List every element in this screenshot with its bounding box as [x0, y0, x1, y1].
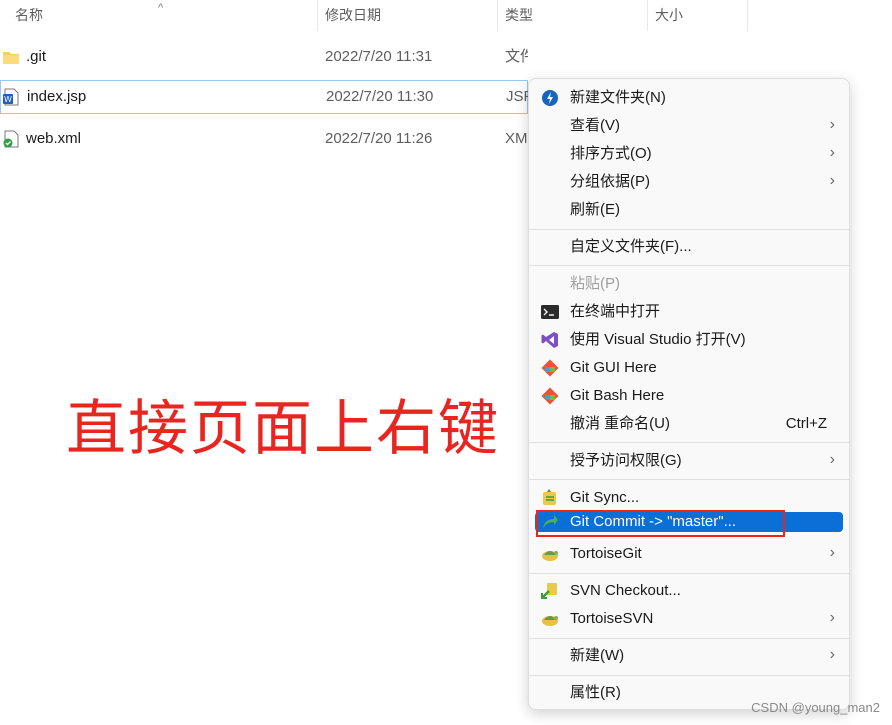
column-header-size[interactable]: 大小 [648, 0, 748, 31]
menu-item-shortcut: Ctrl+Z [785, 415, 827, 432]
tortoisegit-icon [542, 551, 558, 561]
menu-separator [529, 442, 849, 443]
menu-item-open-visual-studio[interactable]: 使用 Visual Studio 打开(V) [535, 326, 843, 354]
file-modified: 2022/7/20 11:30 [326, 88, 434, 105]
tortoisesvn-icon [542, 616, 558, 626]
watermark-text: CSDN @young_man2 [751, 700, 880, 715]
file-type: 文件夹 [505, 48, 528, 65]
menu-item-git-gui[interactable]: Git GUI Here [535, 354, 843, 382]
menu-item-label: 授予访问权限(G) [570, 452, 682, 469]
chevron-right-icon: › [829, 451, 835, 468]
svn-checkout-icon [541, 583, 557, 599]
chevron-right-icon: › [829, 544, 835, 561]
menu-separator [529, 573, 849, 574]
file-row-index-jsp[interactable]: W index.jsp 2022/7/20 11:30 JSP [0, 80, 529, 114]
menu-item-new-folder[interactable]: 新建文件夹(N) [535, 84, 843, 112]
column-header-bar: 名称 ^ 修改日期 类型 大小 [0, 0, 892, 31]
menu-item-new[interactable]: 新建(W) › [535, 642, 843, 670]
menu-separator [529, 638, 849, 639]
folder-icon [3, 52, 19, 64]
git-bash-icon [541, 387, 559, 405]
menu-separator [529, 229, 849, 230]
menu-item-undo-rename[interactable]: 撤消 重命名(U) Ctrl+Z [535, 410, 843, 438]
file-name: web.xml [26, 130, 82, 147]
menu-item-label: 分组依据(P) [570, 173, 650, 190]
menu-separator [529, 265, 849, 266]
menu-item-label: TortoiseGit [570, 545, 642, 562]
menu-item-label: Git GUI Here [570, 359, 657, 376]
menu-item-svn-checkout[interactable]: SVN Checkout... [535, 577, 843, 605]
file-type: XM [505, 130, 528, 147]
git-gui-icon [541, 359, 559, 377]
menu-separator [529, 479, 849, 480]
menu-separator [529, 675, 849, 676]
file-type: JSP [506, 88, 529, 105]
menu-item-paste: 粘贴(P) [535, 270, 843, 298]
menu-item-label: Git Sync... [570, 489, 640, 506]
menu-item-open-terminal[interactable]: 在终端中打开 [535, 298, 843, 326]
chevron-right-icon: › [829, 609, 835, 626]
column-header-modified[interactable]: 修改日期 [318, 0, 498, 31]
menu-item-tortoisegit[interactable]: TortoiseGit › [535, 540, 843, 568]
file-modified: 2022/7/20 11:31 [325, 48, 433, 65]
terminal-icon [541, 305, 559, 319]
context-menu: 新建文件夹(N) 查看(V) › 排序方式(O) › 分组依据(P) › 刷新(… [528, 78, 850, 710]
menu-item-label: 撤消 重命名(U) [570, 415, 670, 432]
chevron-right-icon: › [829, 116, 835, 133]
menu-item-customize-folder[interactable]: 自定义文件夹(F)... [535, 233, 843, 261]
chevron-right-icon: › [829, 172, 835, 189]
file-modified: 2022/7/20 11:26 [325, 130, 433, 147]
annotation-text: 直接页面上右键 [66, 394, 500, 464]
menu-item-label: 使用 Visual Studio 打开(V) [570, 331, 746, 348]
menu-item-label: 新建(W) [570, 647, 625, 664]
menu-item-label: 刷新(E) [570, 201, 620, 218]
file-row-git[interactable]: .git 2022/7/20 11:31 文件夹 [0, 40, 528, 74]
file-name: index.jsp [27, 88, 87, 105]
xml-file-icon [3, 130, 19, 148]
menu-item-view[interactable]: 查看(V) › [535, 112, 843, 140]
menu-item-label: 排序方式(O) [570, 145, 652, 162]
menu-item-label: 粘贴(P) [570, 275, 620, 292]
jsp-file-icon: W [3, 88, 19, 106]
file-row-web-xml[interactable]: web.xml 2022/7/20 11:26 XM [0, 122, 528, 156]
highlight-box [536, 510, 785, 537]
column-header-type-label: 类型 [505, 7, 533, 23]
menu-item-tortoisesvn[interactable]: TortoiseSVN › [535, 605, 843, 633]
menu-item-label: 在终端中打开 [570, 303, 661, 320]
menu-item-git-sync[interactable]: Git Sync... [535, 484, 843, 512]
column-header-modified-label: 修改日期 [325, 7, 381, 23]
sort-arrow-icon: ^ [158, 2, 164, 14]
file-name: .git [26, 48, 47, 65]
menu-item-git-bash[interactable]: Git Bash Here [535, 382, 843, 410]
menu-item-label: TortoiseSVN [570, 610, 654, 627]
chevron-right-icon: › [829, 646, 835, 663]
new-folder-icon [542, 90, 558, 106]
menu-item-refresh[interactable]: 刷新(E) [535, 196, 843, 224]
chevron-right-icon: › [829, 144, 835, 161]
column-header-size-label: 大小 [655, 7, 683, 23]
menu-item-label: 自定义文件夹(F)... [570, 238, 692, 255]
menu-item-label: SVN Checkout... [570, 582, 681, 599]
visual-studio-icon [541, 332, 558, 348]
column-header-name-label: 名称 [15, 7, 43, 23]
menu-item-grant-access[interactable]: 授予访问权限(G) › [535, 447, 843, 475]
menu-item-label: 查看(V) [570, 117, 620, 134]
column-header-name[interactable]: 名称 ^ [0, 0, 318, 31]
menu-item-label: 属性(R) [570, 684, 621, 701]
menu-item-label: Git Bash Here [570, 387, 665, 404]
git-sync-icon [543, 489, 556, 505]
svg-text:W: W [4, 95, 12, 104]
menu-item-sort[interactable]: 排序方式(O) › [535, 140, 843, 168]
menu-item-label: 新建文件夹(N) [570, 89, 666, 106]
menu-item-group[interactable]: 分组依据(P) › [535, 168, 843, 196]
column-header-type[interactable]: 类型 [498, 0, 648, 31]
